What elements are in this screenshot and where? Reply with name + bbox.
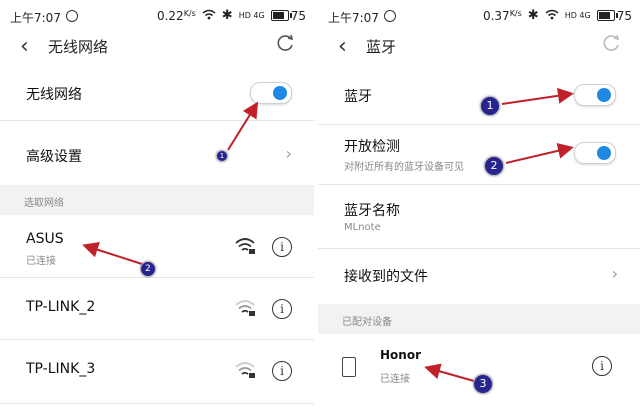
network-speed-unit: K/s: [509, 8, 522, 18]
network-speed-unit: K/s: [183, 8, 196, 18]
toggle-knob: [597, 88, 611, 102]
paired-section-header: 已配对设备: [318, 304, 640, 334]
network-row-tplink3[interactable]: TP-LINK_3 i: [0, 339, 314, 404]
network-name: TP-LINK_3: [26, 361, 96, 377]
wifi-toggle-row[interactable]: 无线网络: [0, 64, 314, 121]
page-title: 无线网络: [48, 38, 109, 56]
info-icon[interactable]: i: [272, 299, 292, 319]
section-label: 选取网络: [24, 198, 64, 209]
network-speed: 0.22: [156, 8, 184, 23]
device-name-value: MLnote: [344, 222, 381, 233]
refresh-icon[interactable]: [274, 32, 296, 54]
section-label: 已配对设备: [342, 317, 392, 328]
bluetooth-status-icon: ✱: [221, 8, 233, 23]
wifi-toggle-label: 无线网络: [26, 87, 82, 103]
toggle-knob: [273, 86, 287, 100]
battery-level: 75: [616, 8, 632, 23]
network-name: ASUS: [26, 231, 64, 247]
annotation-badge-1: 1: [480, 96, 500, 116]
battery-indicator: 75: [270, 8, 306, 23]
sim-signal-label: HD 4G: [238, 10, 265, 20]
status-time: 上午7:07: [328, 11, 379, 25]
annotation-badge-1: 1: [216, 150, 228, 162]
hotspot-icon: [384, 10, 396, 22]
back-button[interactable]: ‹: [20, 34, 29, 59]
wifi-status-icon: [202, 9, 216, 23]
chevron-right-icon: ›: [611, 264, 618, 283]
device-name-row[interactable]: 蓝牙名称 MLnote: [318, 184, 640, 249]
wifi-signal-locked-icon: [235, 300, 255, 316]
annotation-badge-2: 2: [140, 261, 156, 277]
sim-signal-label: HD 4G: [564, 10, 591, 20]
advanced-settings-row[interactable]: 高级设置 ›: [0, 120, 314, 184]
info-icon[interactable]: i: [592, 356, 612, 376]
status-time: 上午7:07: [10, 11, 61, 25]
discoverable-toggle[interactable]: [574, 142, 616, 164]
page-title: 蓝牙: [366, 38, 397, 56]
discoverable-label: 开放检测: [344, 139, 400, 155]
info-icon[interactable]: i: [272, 361, 292, 381]
wifi-signal-locked-icon: [235, 362, 255, 378]
phone-icon: [342, 357, 356, 377]
network-row-asus[interactable]: ASUS 已连接 i: [0, 215, 314, 278]
hotspot-icon: [66, 10, 78, 22]
network-row-tplink2[interactable]: TP-LINK_2 i: [0, 277, 314, 340]
status-bar: 上午7:07 0.22K/s ✱ HD 4G 75: [0, 0, 314, 32]
network-name: TP-LINK_2: [26, 299, 96, 315]
battery-level: 75: [290, 8, 306, 23]
network-speed: 0.37: [482, 8, 510, 23]
refresh-icon[interactable]: [600, 32, 622, 54]
bluetooth-toggle[interactable]: [574, 84, 616, 106]
device-name-label: 蓝牙名称: [344, 203, 400, 219]
advanced-settings-label: 高级设置: [26, 149, 82, 165]
paired-device-name: Honor: [380, 348, 421, 362]
bluetooth-settings-screen: 上午7:07 0.37K/s ✱ HD 4G 75 ‹ 蓝牙 蓝牙 开放检测 对…: [318, 0, 640, 417]
annotation-badge-2: 2: [484, 156, 504, 176]
discoverable-description: 对附近所有的蓝牙设备可见: [344, 162, 464, 173]
network-status: 已连接: [26, 256, 56, 267]
back-button[interactable]: ‹: [338, 34, 347, 59]
app-bar: ‹ 蓝牙: [318, 30, 640, 64]
battery-indicator: 75: [596, 8, 632, 23]
bluetooth-status-icon: ✱: [527, 8, 539, 23]
toggle-knob: [597, 146, 611, 160]
bluetooth-toggle-label: 蓝牙: [344, 89, 372, 105]
bluetooth-toggle-row[interactable]: 蓝牙: [318, 66, 640, 125]
wifi-settings-screen: 上午7:07 0.22K/s ✱ HD 4G 75 ‹ 无线网络 无线网络 高级…: [0, 0, 314, 417]
wifi-toggle[interactable]: [250, 82, 292, 104]
annotation-badge-3: 3: [473, 374, 493, 394]
received-files-label: 接收到的文件: [344, 269, 428, 285]
received-files-row[interactable]: 接收到的文件 ›: [318, 248, 640, 304]
paired-device-status: 已连接: [380, 374, 410, 385]
network-section-header: 选取网络: [0, 185, 314, 215]
app-bar: ‹ 无线网络: [0, 30, 314, 64]
chevron-right-icon: ›: [285, 144, 292, 163]
status-bar: 上午7:07 0.37K/s ✱ HD 4G 75: [318, 0, 640, 32]
wifi-signal-locked-icon: [235, 238, 255, 254]
wifi-status-icon: [545, 9, 559, 23]
info-icon[interactable]: i: [272, 237, 292, 257]
discoverable-row[interactable]: 开放检测 对附近所有的蓝牙设备可见: [318, 124, 640, 185]
